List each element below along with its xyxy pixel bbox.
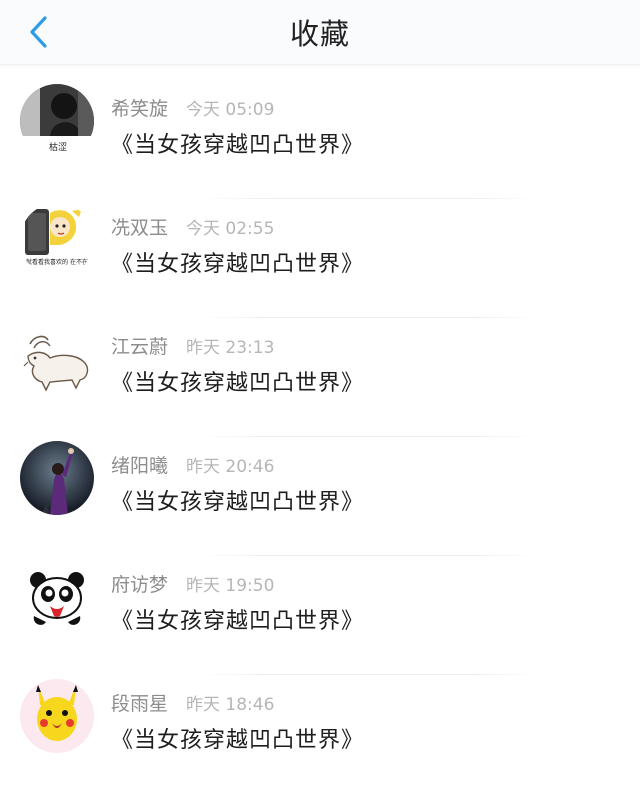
page-title: 收藏 — [289, 17, 350, 51]
user-name: 希笑旋 — [111, 97, 169, 120]
user-name: 江云蔚 — [111, 335, 169, 358]
user-name: 段雨星 — [111, 692, 169, 715]
book-title: 《当女孩穿越凹凸世界》 — [111, 371, 365, 396]
timestamp: 今天 02:55 — [186, 218, 275, 239]
book-title: 《当女孩穿越凹凸世界》 — [111, 609, 365, 634]
avatar[interactable] — [20, 560, 94, 634]
avatar-caption: 枯涩 — [49, 141, 67, 153]
avatar[interactable] — [20, 679, 94, 753]
timestamp: 昨天 19:50 — [186, 575, 275, 596]
book-title: 《当女孩穿越凹凸世界》 — [111, 490, 365, 515]
list-item[interactable]: 段雨星 昨天 18:46 《当女孩穿越凹凸世界》 — [0, 675, 640, 794]
book-title: 《当女孩穿越凹凸世界》 — [111, 133, 365, 158]
list-item[interactable]: 府访梦 昨天 19:50 《当女孩穿越凹凸世界》 — [0, 556, 640, 675]
list-item[interactable]: 江云蔚 昨天 23:13 《当女孩穿越凹凸世界》 — [0, 318, 640, 437]
favorites-list: 枯涩 希笑旋 今天 05:09 《当女孩穿越凹凸世界》 就看看我喜欢的 在不在 — [0, 80, 640, 794]
avatar-caption: 就看看我喜欢的 在不在 — [26, 258, 88, 266]
book-title: 《当女孩穿越凹凸世界》 — [111, 728, 365, 753]
avatar[interactable]: 就看看我喜欢的 在不在 — [20, 203, 94, 277]
timestamp: 今天 05:09 — [186, 99, 275, 120]
avatar[interactable]: 枯涩 — [20, 84, 94, 158]
avatar[interactable] — [20, 441, 94, 515]
list-item[interactable]: 枯涩 希笑旋 今天 05:09 《当女孩穿越凹凸世界》 — [0, 80, 640, 199]
book-title: 《当女孩穿越凹凸世界》 — [111, 252, 365, 277]
avatar[interactable] — [20, 322, 94, 396]
list-item[interactable]: 就看看我喜欢的 在不在 冼双玉 今天 02:55 《当女孩穿越凹凸世界》 — [0, 199, 640, 318]
user-name: 冼双玉 — [111, 216, 169, 239]
timestamp: 昨天 20:46 — [186, 456, 275, 477]
timestamp: 昨天 18:46 — [186, 694, 275, 715]
list-item[interactable]: 绪阳曦 昨天 20:46 《当女孩穿越凹凸世界》 — [0, 437, 640, 556]
timestamp: 昨天 23:13 — [186, 337, 275, 358]
user-name: 府访梦 — [111, 573, 169, 596]
user-name: 绪阳曦 — [111, 454, 169, 477]
top-bar: 收藏 — [0, 0, 640, 65]
